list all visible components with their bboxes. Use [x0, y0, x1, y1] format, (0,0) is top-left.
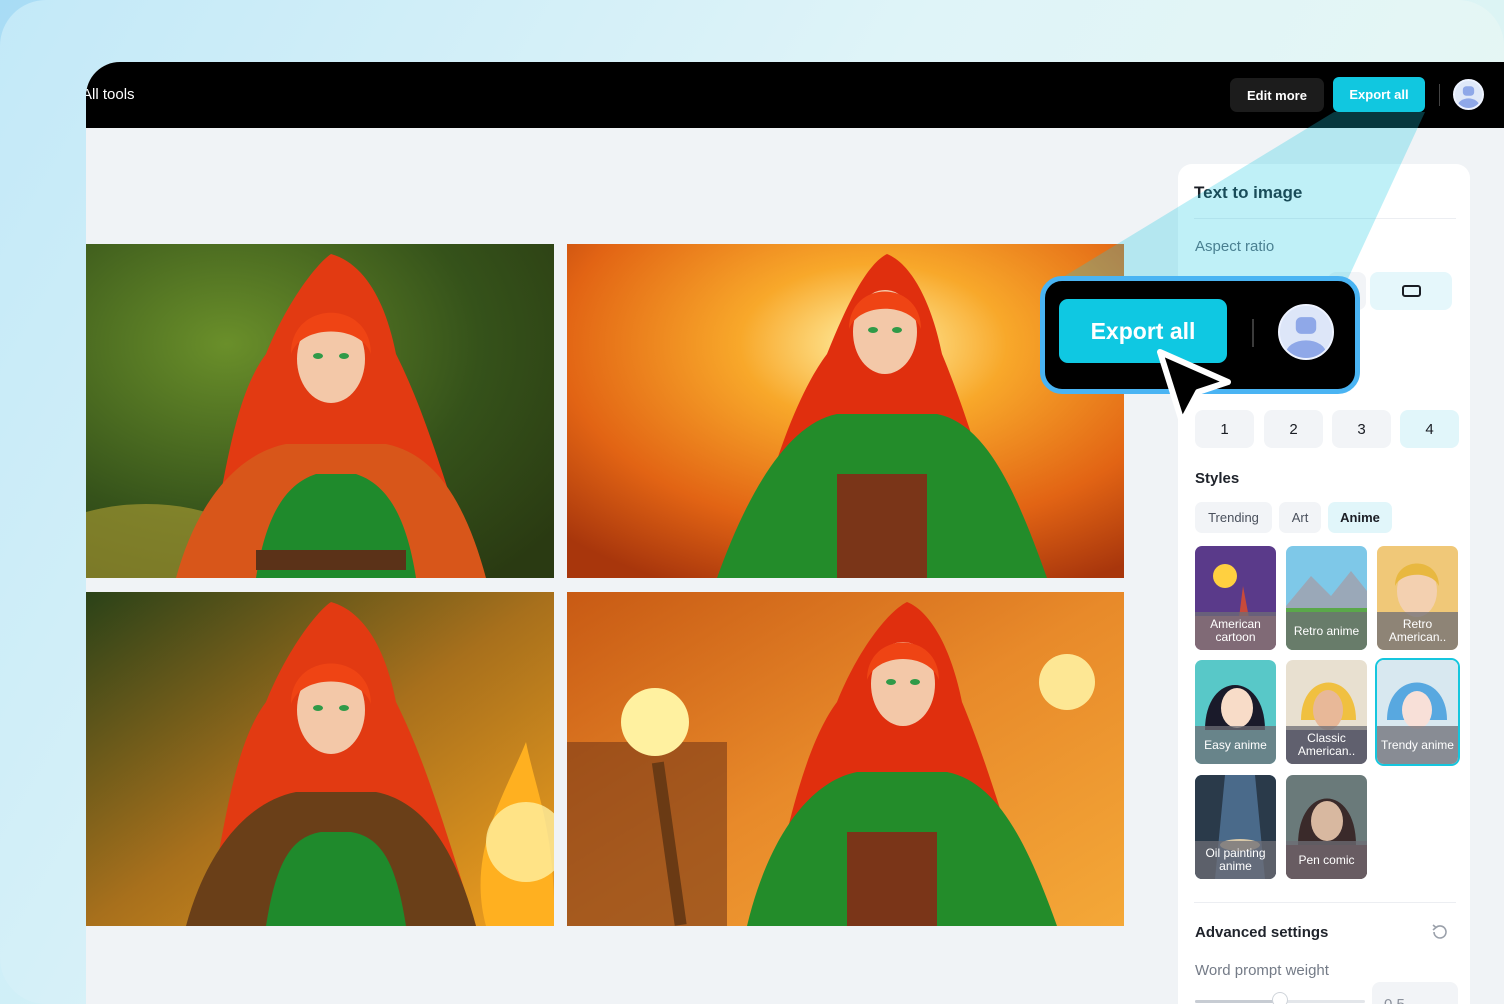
style-card-pen-comic[interactable]: Pen comic: [1286, 775, 1367, 879]
tab-anime[interactable]: Anime: [1328, 502, 1392, 533]
count-option-3[interactable]: 3: [1332, 410, 1391, 448]
divider: [1439, 84, 1440, 106]
style-card-classic-american[interactable]: Classic American..: [1286, 660, 1367, 764]
count-option-2[interactable]: 2: [1264, 410, 1323, 448]
aspect-ratio-landscape-button[interactable]: [1370, 272, 1452, 310]
slider-handle[interactable]: [1272, 992, 1288, 1004]
generated-image-4[interactable]: [567, 592, 1124, 926]
style-label: Retro American..: [1377, 612, 1458, 650]
generated-image-3[interactable]: [86, 592, 554, 926]
generated-image-1[interactable]: [86, 244, 554, 578]
advanced-settings-label: Advanced settings: [1195, 924, 1329, 941]
style-label: Easy anime: [1195, 726, 1276, 764]
panel-title: Text to image: [1194, 183, 1303, 202]
word-weight-input[interactable]: 0.5: [1372, 982, 1458, 1004]
style-label: Pen comic: [1286, 841, 1367, 879]
style-label: Classic American..: [1286, 726, 1367, 764]
export-all-button[interactable]: Export all: [1333, 77, 1425, 112]
aspect-ratio-label: Aspect ratio: [1195, 238, 1275, 255]
tab-trending[interactable]: Trending: [1195, 502, 1272, 533]
all-tools-link[interactable]: All tools: [86, 86, 135, 103]
style-card-retro-american[interactable]: Retro American..: [1377, 546, 1458, 650]
tab-art[interactable]: Art: [1279, 502, 1321, 533]
count-option-4[interactable]: 4: [1400, 410, 1459, 448]
slider-fill: [1195, 1000, 1280, 1003]
mouse-pointer-icon: [1157, 349, 1231, 425]
style-label: Oil painting anime: [1195, 841, 1276, 879]
top-bar: All tools Edit more Export all: [86, 62, 1504, 128]
styles-label: Styles: [1195, 470, 1240, 487]
style-card-american-cartoon[interactable]: American cartoon: [1195, 546, 1276, 650]
user-avatar-icon[interactable]: [1278, 304, 1334, 360]
style-label: Trendy anime: [1377, 726, 1458, 764]
app-window: All tools Edit more Export all Text to i…: [86, 62, 1504, 1004]
divider: [1194, 218, 1456, 219]
word-prompt-weight-label: Word prompt weight: [1195, 962, 1329, 979]
style-label: Retro anime: [1286, 612, 1367, 650]
style-label: American cartoon: [1195, 612, 1276, 650]
edit-more-button[interactable]: Edit more: [1230, 78, 1324, 112]
style-card-retro-anime[interactable]: Retro anime: [1286, 546, 1367, 650]
style-card-oil-painting-anime[interactable]: Oil painting anime: [1195, 775, 1276, 879]
user-avatar-icon[interactable]: [1453, 79, 1484, 110]
aspect-ratio-icon: [1402, 285, 1421, 297]
divider: [1194, 902, 1456, 903]
reset-icon[interactable]: [1430, 922, 1450, 942]
style-card-easy-anime[interactable]: Easy anime: [1195, 660, 1276, 764]
style-card-trendy-anime[interactable]: Trendy anime: [1375, 658, 1460, 766]
divider: [1252, 319, 1254, 347]
